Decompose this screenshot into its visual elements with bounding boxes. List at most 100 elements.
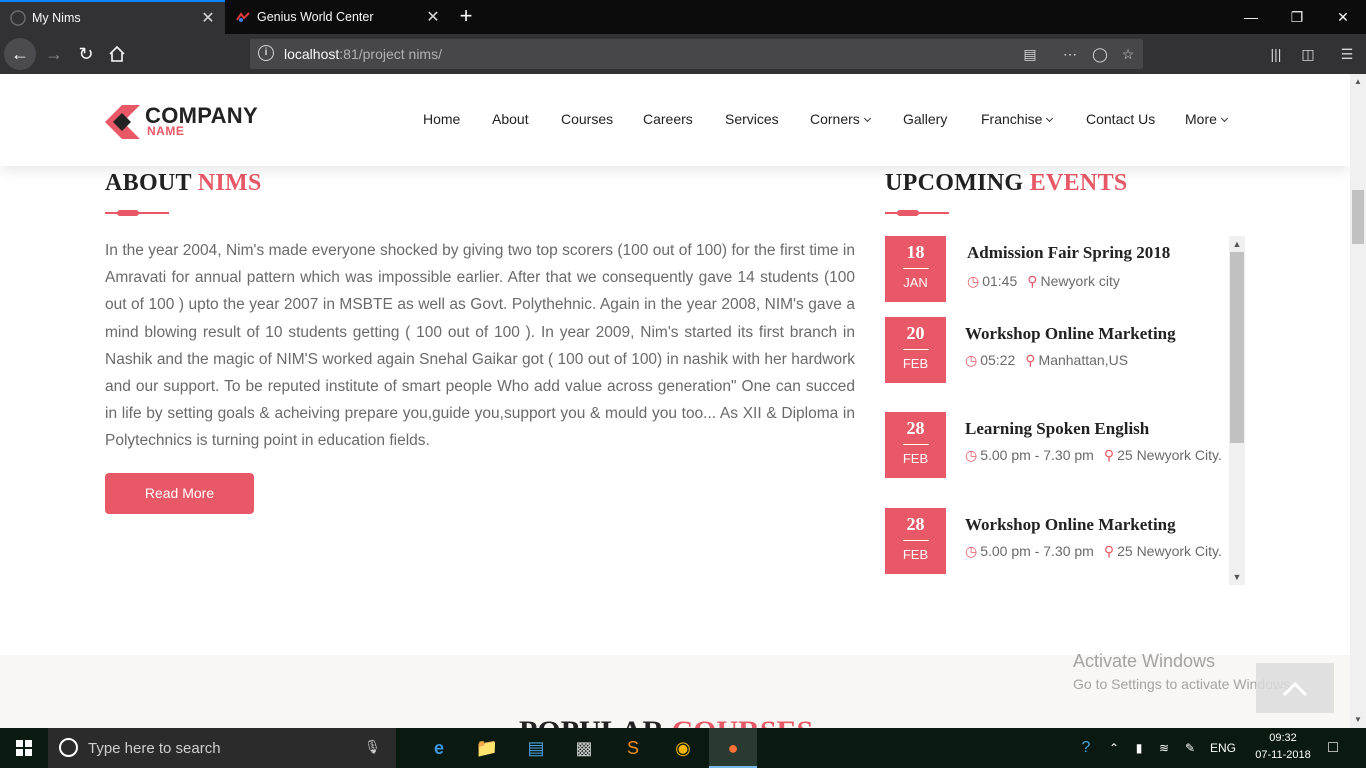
- terminal-icon[interactable]: ▩: [560, 728, 608, 768]
- close-tab-icon[interactable]: ✕: [422, 7, 444, 27]
- reader-view-icon[interactable]: ▤: [1020, 45, 1040, 63]
- chevron-down-icon: [1220, 114, 1228, 123]
- tab-title: My Nims: [32, 11, 81, 25]
- close-tab-icon[interactable]: ✕: [197, 8, 219, 28]
- map-pin-icon: ⚲: [1027, 273, 1038, 289]
- notifications-icon[interactable]: □: [1320, 728, 1346, 768]
- pocket-icon[interactable]: ◯: [1090, 45, 1110, 63]
- info-icon[interactable]: i: [258, 45, 274, 61]
- clock-icon: ◷: [967, 273, 980, 289]
- about-title: ABOUT NIMS: [105, 170, 262, 196]
- tab-genius-world-center[interactable]: Genius World Center ✕: [225, 0, 450, 34]
- title-underline: [105, 210, 169, 216]
- scroll-down-icon[interactable]: ▼: [1350, 712, 1366, 728]
- home-icon[interactable]: [101, 38, 133, 70]
- menu-more[interactable]: More: [1185, 111, 1228, 127]
- edge-icon[interactable]: e: [415, 728, 463, 768]
- sidebar-icon[interactable]: ◫: [1297, 44, 1319, 64]
- event-title[interactable]: Workshop Online Marketing: [965, 324, 1176, 344]
- menu-gallery[interactable]: Gallery: [903, 111, 947, 127]
- scroll-down-icon[interactable]: ▼: [1229, 569, 1245, 585]
- site-favicon-icon: [235, 9, 251, 25]
- page-scrollbar[interactable]: ▲ ▼: [1350, 74, 1366, 728]
- event-item[interactable]: 28 FEB Workshop Online Marketing ◷ 5.00 pm…: [885, 508, 1225, 574]
- events-list: 18 JAN Admission Fair Spring 2018 ◷ 01:45 ⚲…: [885, 236, 1245, 585]
- bookmark-star-icon[interactable]: ☆: [1118, 45, 1138, 63]
- map-pin-icon: ⚲: [1103, 543, 1115, 559]
- clock-icon: ◷: [965, 543, 978, 559]
- minimize-icon[interactable]: —: [1228, 0, 1274, 34]
- start-button[interactable]: [0, 728, 48, 768]
- chevron-down-icon: [863, 114, 871, 123]
- menu-courses[interactable]: Courses: [561, 111, 613, 127]
- event-meta: ◷ 01:45 ⚲ Newyork city: [967, 273, 1120, 289]
- reload-icon[interactable]: ↻: [70, 38, 102, 70]
- popular-courses-title: POPULAR COURSES: [519, 715, 813, 728]
- url-bar[interactable]: i localhost:81/project nims/ ▤ ⋯ ◯ ☆: [250, 39, 1143, 69]
- page-actions-icon[interactable]: ⋯: [1060, 45, 1080, 63]
- menu-contact-us[interactable]: Contact Us: [1086, 111, 1155, 127]
- event-item[interactable]: 28 FEB Learning Spoken English ◷ 5.00 pm -…: [885, 412, 1225, 478]
- title-underline: [885, 210, 949, 216]
- logo-line-2: NAME: [147, 124, 185, 138]
- clock-icon: ◷: [965, 352, 978, 368]
- firefox-icon[interactable]: ●: [709, 728, 757, 768]
- tab-my-nims[interactable]: My Nims ✕: [0, 0, 225, 34]
- new-tab-icon[interactable]: +: [452, 2, 480, 32]
- chrome-canary-icon[interactable]: ◉: [659, 728, 707, 768]
- hamburger-menu-icon[interactable]: ☰: [1336, 44, 1358, 64]
- file-explorer-icon[interactable]: 📁: [463, 728, 511, 768]
- battery-icon[interactable]: ▮: [1128, 728, 1150, 768]
- windows-logo-icon: [16, 740, 32, 756]
- back-to-top-button[interactable]: [1256, 663, 1334, 713]
- company-logo[interactable]: COMPANY NAME: [105, 102, 285, 142]
- event-date-badge: 20 FEB: [885, 317, 946, 383]
- help-icon[interactable]: ?: [1072, 728, 1100, 768]
- menu-services[interactable]: Services: [725, 111, 779, 127]
- menu-franchise[interactable]: Franchise: [981, 111, 1054, 127]
- globe-icon: [10, 10, 26, 26]
- event-meta: ◷ 05:22 ⚲ Manhattan,US: [965, 352, 1129, 368]
- url-text[interactable]: localhost:81/project nims/: [284, 46, 442, 62]
- library-icon[interactable]: |||: [1265, 44, 1287, 64]
- menu-careers[interactable]: Careers: [643, 111, 693, 127]
- sublime-text-icon[interactable]: S: [609, 728, 657, 768]
- read-more-button[interactable]: Read More: [105, 473, 254, 514]
- chevron-up-icon[interactable]: ⌃: [1104, 728, 1124, 768]
- back-arrow-icon[interactable]: ←: [4, 38, 36, 70]
- tab-title: Genius World Center: [257, 10, 374, 24]
- events-scrollbar[interactable]: ▲ ▼: [1229, 236, 1245, 585]
- system-clock[interactable]: 09:32 07-11-2018: [1250, 730, 1316, 764]
- event-item[interactable]: 18 JAN Admission Fair Spring 2018 ◷ 01:45 ⚲…: [885, 236, 1225, 302]
- forward-arrow-icon[interactable]: →: [38, 38, 70, 70]
- scroll-thumb[interactable]: [1230, 252, 1244, 443]
- event-title[interactable]: Learning Spoken English: [965, 419, 1149, 439]
- app-icon[interactable]: ▤: [512, 728, 560, 768]
- menu-corners[interactable]: Corners: [810, 111, 871, 127]
- wifi-icon[interactable]: ≋: [1153, 728, 1175, 768]
- map-pin-icon: ⚲: [1103, 447, 1115, 463]
- scroll-up-icon[interactable]: ▲: [1350, 74, 1366, 90]
- chevron-down-icon: [1046, 114, 1054, 123]
- microphone-icon[interactable]: 🎙: [364, 739, 381, 757]
- pen-icon[interactable]: ✎: [1179, 728, 1201, 768]
- browser-tab-bar: My Nims ✕ Genius World Center ✕ + — ❐ ✕: [0, 0, 1366, 34]
- restore-icon[interactable]: ❐: [1274, 0, 1320, 34]
- language-indicator[interactable]: ENG: [1206, 728, 1240, 768]
- windows-taskbar: Type here to search 🎙 e 📁 ▤ ▩ S ◉ ● ? ⌃ …: [0, 728, 1366, 768]
- search-placeholder: Type here to search: [88, 740, 221, 757]
- event-date-badge: 18 JAN: [885, 236, 946, 302]
- menu-about[interactable]: About: [492, 111, 529, 127]
- event-date-badge: 28 FEB: [885, 412, 946, 478]
- close-window-icon[interactable]: ✕: [1320, 0, 1366, 34]
- menu-home[interactable]: Home: [423, 111, 460, 127]
- cortana-icon: [59, 738, 78, 757]
- scroll-thumb[interactable]: [1352, 190, 1364, 244]
- event-title[interactable]: Admission Fair Spring 2018: [967, 243, 1170, 263]
- taskbar-search[interactable]: Type here to search 🎙: [48, 728, 396, 768]
- event-item[interactable]: 20 FEB Workshop Online Marketing ◷ 05:22 ⚲ M…: [885, 317, 1225, 383]
- web-page: COMPANY NAME Home About Courses Careers …: [0, 74, 1350, 728]
- events-title: UPCOMING EVENTS: [885, 170, 1128, 196]
- scroll-up-icon[interactable]: ▲: [1229, 236, 1245, 252]
- event-title[interactable]: Workshop Online Marketing: [965, 515, 1176, 535]
